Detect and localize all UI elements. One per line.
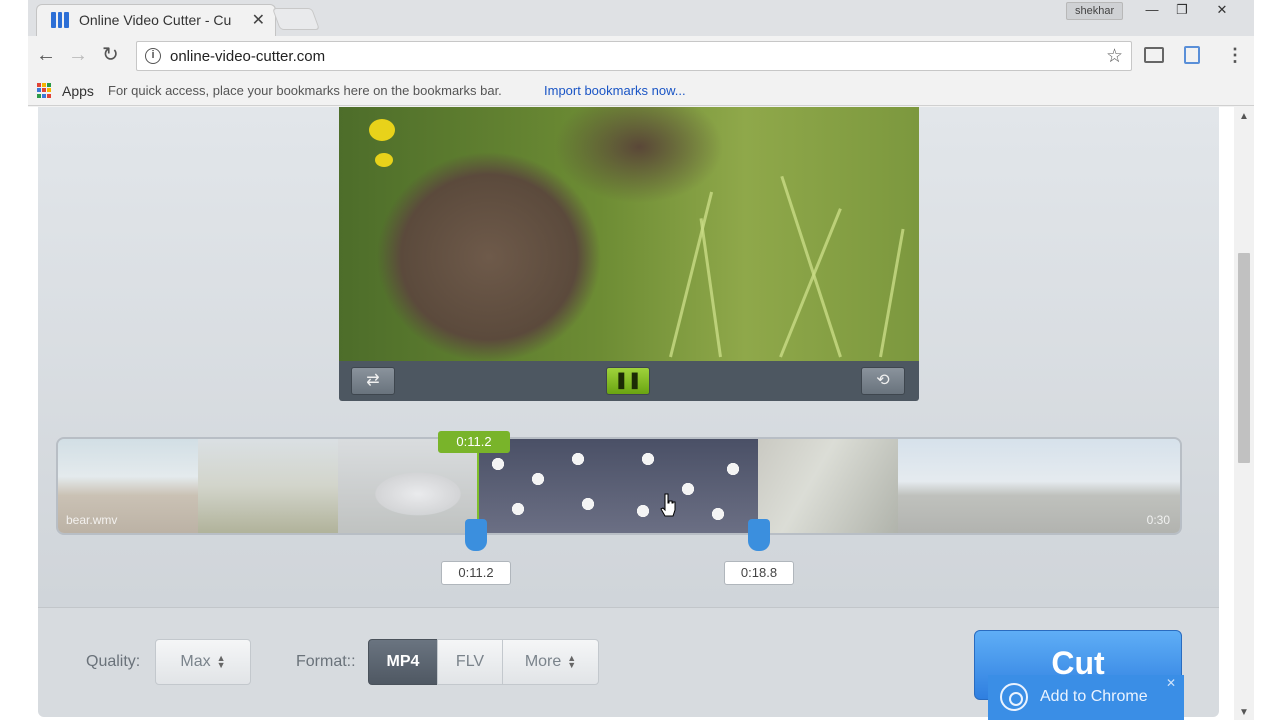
add-to-chrome-banner[interactable]: Add to Chrome ✕ [988,675,1184,720]
end-time-field[interactable]: 0:18.8 [724,561,794,585]
scroll-up-icon[interactable]: ▲ [1239,111,1249,122]
tab-title: Online Video Cutter - Cu [79,12,232,28]
new-tab-button[interactable] [271,8,321,30]
scroll-thumb[interactable] [1238,253,1250,463]
total-duration: 0:30 [1146,513,1170,527]
menu-dots-icon[interactable]: ⋮ [1226,45,1244,66]
profile-button[interactable]: shekhar [1066,2,1124,20]
extension-icon[interactable] [1184,46,1200,64]
url-text[interactable]: online-video-cutter.com [170,48,325,65]
quality-select[interactable]: Max ▲ ▼ [155,639,251,685]
timeline-strip[interactable]: bear.wmv 0:30 [56,437,1182,535]
banner-close-icon[interactable]: ✕ [1166,676,1176,690]
site-info-icon[interactable]: i [145,48,161,64]
grass-shape [699,218,722,358]
bookmarks-hint: For quick access, place your bookmarks h… [108,83,502,98]
player-controls: ⇄ ❚❚ ⟲ [339,361,919,401]
format-more-label: More [524,653,562,670]
format-more-select[interactable]: More ▲ ▼ [502,639,599,685]
browser-window: Online Video Cutter - Cu ✕ shekhar — ❐ ✕… [28,0,1254,720]
format-mp4-button[interactable]: MP4 [368,639,438,685]
tab-strip: Online Video Cutter - Cu ✕ shekhar — ❐ ✕ [28,0,1254,36]
timeline-frame [758,439,898,533]
format-flv-button[interactable]: FLV [437,639,503,685]
page-viewport: ⇄ ❚❚ ⟲ bear.wmv 0:30 0:11.2 0:11.2 0:18.… [28,107,1234,720]
select-arrows-icon: ▲ ▼ [216,652,226,670]
apps-shortcut[interactable]: Apps [62,83,94,99]
flower-shape [375,153,393,167]
rotate-button[interactable]: ⇄ [351,367,395,395]
right-margin [1254,0,1280,720]
file-name: bear.wmv [66,513,118,527]
format-label: Format:: [296,653,356,670]
select-arrows-icon: ▲ ▼ [567,652,577,670]
film-favicon-icon [51,12,70,28]
quality-label: Quality: [86,653,141,670]
bookmark-star-icon[interactable]: ☆ [1106,45,1123,68]
video-preview[interactable] [339,107,919,361]
back-arrow-icon[interactable]: ← [36,44,56,66]
timeline-frame [338,439,478,533]
playhead-time-label: 0:11.2 [438,431,510,453]
address-bar[interactable]: i online-video-cutter.com ☆ [136,41,1132,71]
quality-value: Max [180,653,211,670]
end-handle[interactable] [748,519,770,551]
cast-icon[interactable] [1144,47,1164,63]
start-handle[interactable] [465,519,487,551]
restore-button[interactable]: ❐ [1168,0,1196,20]
flower-shape [369,119,395,141]
page-scrollbar[interactable]: ▲ ▼ [1234,107,1254,720]
close-window-button[interactable]: ✕ [1208,0,1236,20]
timeline-frame [898,439,1038,533]
chrome-logo-icon [1000,683,1028,711]
browser-tab[interactable]: Online Video Cutter - Cu ✕ [36,4,276,36]
timeline-frame [198,439,338,533]
start-time-field[interactable]: 0:11.2 [441,561,511,585]
selected-range [477,439,759,533]
reset-button[interactable]: ⟲ [861,367,905,395]
browser-toolbar: ← → ↻ i online-video-cutter.com ☆ ⋮ [28,36,1254,76]
tab-close-icon[interactable]: ✕ [252,10,265,30]
scroll-down-icon[interactable]: ▼ [1239,707,1249,718]
minimize-button[interactable]: — [1138,0,1166,20]
left-margin [0,0,28,720]
bookmarks-bar: Apps For quick access, place your bookma… [28,76,1254,106]
grass-shape [879,228,905,358]
add-to-chrome-label: Add to Chrome [1040,688,1148,705]
hand-cursor-icon [660,493,676,517]
import-bookmarks-link[interactable]: Import bookmarks now... [544,83,686,98]
pause-button[interactable]: ❚❚ [606,367,650,395]
forward-arrow-icon[interactable]: → [68,44,88,66]
apps-grid-icon[interactable] [37,83,52,98]
reload-icon[interactable]: ↻ [102,44,119,66]
